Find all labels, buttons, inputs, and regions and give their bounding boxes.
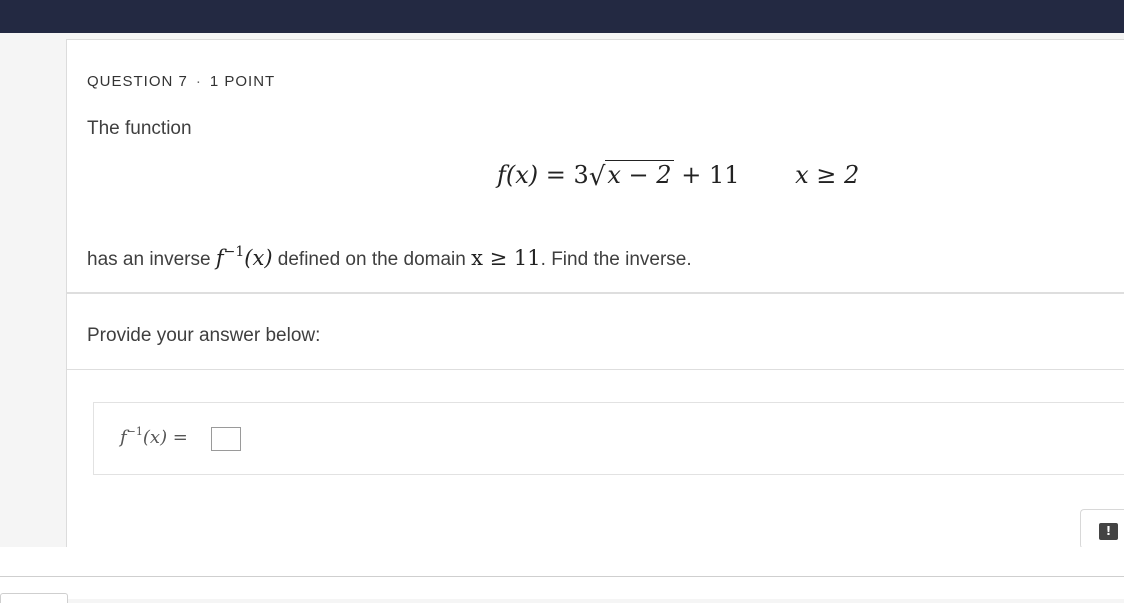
domain-expression: x ≥ 11 xyxy=(471,246,541,270)
bottom-divider xyxy=(0,576,1124,577)
domain-condition: x ≥ 2 xyxy=(795,161,860,189)
question-points: 1 POINT xyxy=(209,73,276,90)
answer-instruction: Provide your answer below: xyxy=(87,325,321,346)
header-separator: · xyxy=(195,73,202,90)
radicand: x − 2 xyxy=(605,160,674,189)
question-header: QUESTION 7 · 1 POINT xyxy=(87,73,275,90)
answer-input-box[interactable] xyxy=(211,427,241,451)
prompt-part1: has an inverse xyxy=(87,249,211,270)
section-divider xyxy=(67,292,1124,294)
answer-label-rest: (x) = xyxy=(142,427,188,448)
prompt-part3: . Find the inverse. xyxy=(540,249,692,270)
function-lhs: f(x) xyxy=(497,161,539,189)
function-eq: = 3 xyxy=(545,161,589,189)
report-issue-button[interactable]: ! xyxy=(1080,509,1124,549)
question-intro: The function xyxy=(87,118,192,139)
question-number: QUESTION 7 xyxy=(87,73,188,90)
inverse-notation: f−1(x) xyxy=(215,244,273,270)
question-prompt: has an inverse f−1(x) defined on the dom… xyxy=(87,244,692,271)
left-gutter xyxy=(0,33,66,547)
answer-label-sup: −1 xyxy=(126,425,143,438)
function-tail: + 11 xyxy=(681,161,740,189)
section-divider-2 xyxy=(67,369,1124,370)
prompt-part2: defined on the domain xyxy=(277,249,466,270)
bottom-tab[interactable] xyxy=(0,593,68,603)
bottom-area xyxy=(0,547,1124,599)
radical-sign: √ xyxy=(588,162,606,192)
answer-label: f−1(x) = xyxy=(120,425,188,448)
inverse-f: f xyxy=(215,246,224,270)
report-issue-icon: ! xyxy=(1099,523,1118,540)
question-card: QUESTION 7 · 1 POINT The function f(x) = 3… xyxy=(66,39,1124,547)
answer-container: f−1(x) = xyxy=(93,402,1124,475)
function-definition: f(x) = 3√x − 2 + 11 x ≥ 2 xyxy=(497,160,860,192)
inverse-arg: (x) xyxy=(244,246,273,270)
inverse-sup: −1 xyxy=(223,244,245,260)
answer-label-f: f xyxy=(120,427,127,448)
top-navigation-bar xyxy=(0,0,1124,33)
square-root: √x − 2 xyxy=(588,160,674,192)
